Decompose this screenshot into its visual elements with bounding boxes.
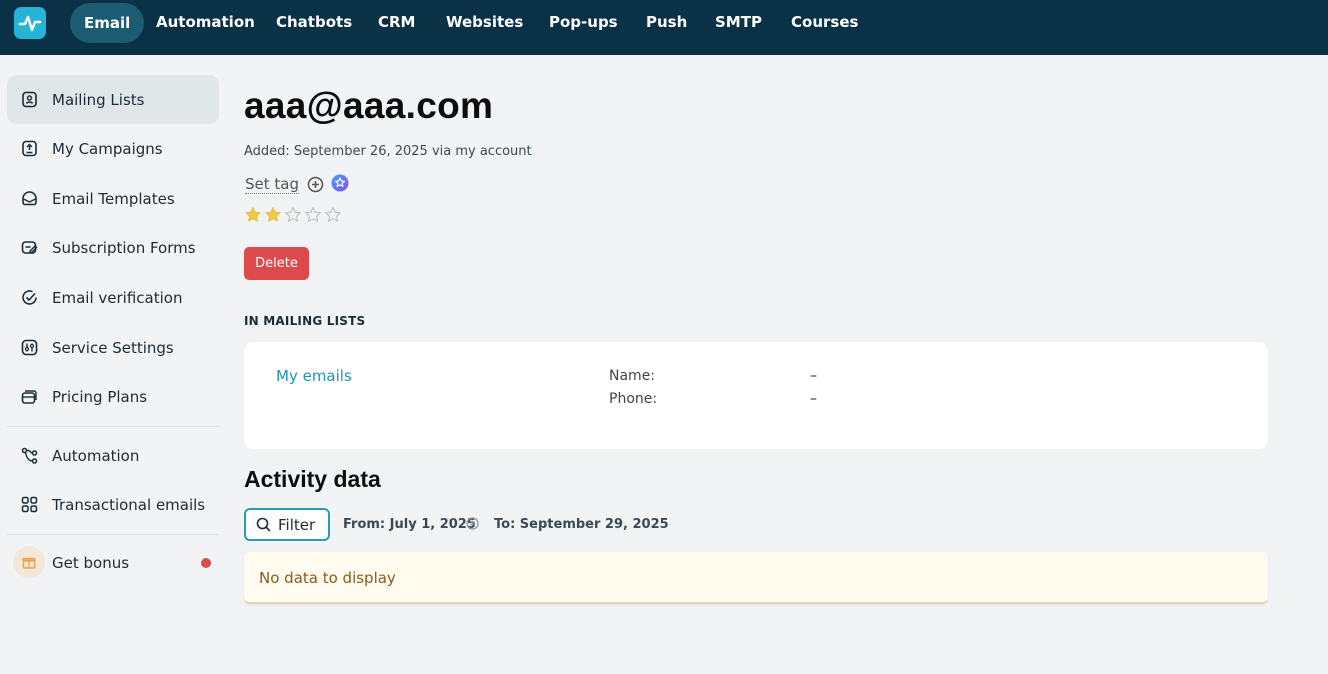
sidebar-item-label: My Campaigns [52, 139, 163, 158]
filter-button[interactable]: Filter [244, 508, 330, 541]
sidebar-item-label: Pricing Plans [52, 387, 148, 406]
star-empty-icon[interactable] [304, 206, 322, 224]
sliders-icon [21, 339, 38, 356]
mailing-list-card: My emails Name: – Phone: – [244, 342, 1268, 449]
sidebar-item-transactional-emails[interactable]: Transactional emails [7, 480, 219, 529]
name-label: Name: [609, 368, 656, 384]
sidebar-item-label: Email Templates [52, 189, 175, 208]
date-from: From: July 1, 2025 [343, 517, 476, 532]
added-info: Added: September 26, 2025 via my account [244, 144, 532, 159]
clear-date-icon[interactable] [466, 517, 479, 530]
sidebar-item-label: Subscription Forms [52, 238, 196, 257]
rating-stars[interactable] [244, 206, 342, 224]
sidebar-item-mailing-lists[interactable]: Mailing Lists [7, 75, 219, 124]
star-filled-icon[interactable] [264, 206, 282, 224]
phone-label: Phone: [609, 391, 658, 407]
sidebar-item-automation[interactable]: Automation [7, 431, 219, 480]
top-navigation-bar: Email Automation Chatbots CRM Websites P… [0, 0, 1328, 55]
contact-email-title: aaa@aaa.com [244, 85, 494, 126]
nav-chatbots[interactable]: Chatbots [276, 0, 352, 44]
set-tag-link[interactable]: Set tag [245, 175, 299, 194]
star-empty-icon[interactable] [284, 206, 302, 224]
sidebar-item-label: Service Settings [52, 338, 174, 357]
empty-state: No data to display [244, 552, 1268, 604]
grid-icon [21, 496, 38, 513]
delete-button[interactable]: Delete [244, 247, 309, 280]
sidebar-item-label: Email verification [52, 288, 183, 307]
nav-push[interactable]: Push [646, 0, 687, 44]
sidebar-divider [7, 534, 219, 535]
nav-websites[interactable]: Websites [446, 0, 523, 44]
nav-automation[interactable]: Automation [156, 0, 255, 44]
sidebar-item-email-templates[interactable]: Email Templates [7, 174, 219, 223]
filter-label: Filter [278, 515, 316, 534]
add-tag-icon[interactable] [307, 176, 324, 193]
sidebar-divider [7, 426, 219, 427]
sidebar-item-label: Transactional emails [52, 495, 206, 514]
sidebar-item-pricing-plans[interactable]: Pricing Plans [7, 372, 219, 421]
sidebar-item-subscription-forms[interactable]: Subscription Forms [7, 223, 219, 272]
form-edit-icon [21, 241, 38, 254]
nav-email[interactable]: Email [70, 3, 145, 43]
name-value: – [810, 368, 817, 384]
sidebar-item-label: Get bonus [52, 553, 130, 572]
nav-courses[interactable]: Courses [791, 0, 858, 44]
nav-popups[interactable]: Pop-ups [549, 0, 618, 44]
ai-star-badge-icon[interactable] [331, 174, 349, 192]
contacts-book-icon [22, 91, 37, 108]
sidebar-item-get-bonus[interactable]: Get bonus [7, 538, 219, 587]
nav-smtp[interactable]: SMTP [715, 0, 762, 44]
gift-icon [13, 546, 45, 578]
phone-value: – [810, 391, 817, 407]
mailing-list-link[interactable]: My emails [276, 367, 352, 385]
search-icon [256, 517, 271, 532]
sidebar-item-label: Mailing Lists [52, 90, 145, 109]
campaign-upload-icon [22, 140, 37, 157]
nav-crm[interactable]: CRM [378, 0, 416, 44]
sidebar-item-email-verification[interactable]: Email verification [7, 273, 219, 322]
sidebar-item-service-settings[interactable]: Service Settings [7, 323, 219, 372]
star-filled-icon[interactable] [244, 206, 262, 224]
mailing-lists-heading: IN MAILING LISTS [244, 314, 366, 328]
sidebar-item-my-campaigns[interactable]: My Campaigns [7, 124, 219, 173]
empty-state-text: No data to display [259, 569, 396, 587]
pulse-logo-icon[interactable] [14, 7, 46, 39]
cards-icon [21, 390, 37, 404]
check-circle-icon [22, 290, 37, 305]
workflow-icon [21, 447, 38, 464]
sidebar-item-label: Automation [52, 446, 140, 465]
notification-dot [201, 558, 211, 568]
star-empty-icon[interactable] [324, 206, 342, 224]
activity-heading: Activity data [244, 466, 381, 492]
date-to: To: September 29, 2025 [494, 517, 669, 532]
template-icon [22, 191, 37, 206]
